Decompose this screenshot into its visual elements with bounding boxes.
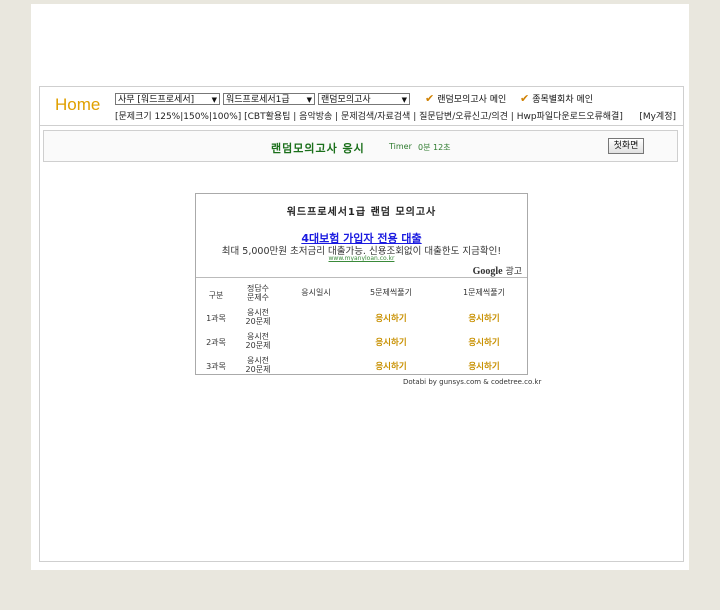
col-header-one: 1문제씩풀기 xyxy=(463,288,505,297)
timer-value: 0분 12초 xyxy=(418,143,451,152)
row-1-one-button[interactable]: 응시하기 xyxy=(439,312,529,324)
random-exam-main-link[interactable]: ✔ 랜덤모의고사 메인 xyxy=(425,92,506,105)
row-1-subject: 1과목 xyxy=(206,314,226,323)
mode-select[interactable]: 랜덤모의고사 ▼ xyxy=(318,93,410,105)
home-link[interactable]: Home xyxy=(55,95,100,115)
page: Home 사무 [워드프로세서] ▼ 워드프로세서1급 ▼ 랜덤모의고사 ▼ ✔… xyxy=(31,4,689,570)
col-header-correct: 정답수 xyxy=(246,284,270,293)
row-1-count: 20문제 xyxy=(245,317,271,326)
col-header-category: 구분 xyxy=(208,291,224,300)
first-screen-button[interactable]: 첫화면 xyxy=(608,138,644,154)
row-3-count: 20문제 xyxy=(245,365,271,374)
round-exam-main-link[interactable]: ✔ 종목별회차 메인 xyxy=(520,92,593,105)
category-select-value: 사무 [워드프로세서] xyxy=(118,95,195,105)
row-2-status: 응시전 xyxy=(246,332,270,341)
row-3-status: 응시전 xyxy=(246,356,270,365)
checkmark-icon: ✔ xyxy=(520,92,530,105)
row-3-subject: 3과목 xyxy=(206,362,226,371)
chevron-down-icon: ▼ xyxy=(401,96,407,104)
col-header-date: 응시일시 xyxy=(301,288,331,297)
row-1-status: 응시전 xyxy=(246,308,270,317)
divider xyxy=(196,277,527,278)
random-exam-main-label: 랜덤모의고사 메인 xyxy=(437,95,507,105)
row-2-subject: 2과목 xyxy=(206,338,226,347)
chevron-down-icon: ▼ xyxy=(211,96,217,104)
category-select[interactable]: 사무 [워드프로세서] ▼ xyxy=(115,93,220,105)
mode-select-value: 랜덤모의고사 xyxy=(321,95,371,105)
col-header-questions: 문제수 xyxy=(246,293,270,302)
row-2-one-button[interactable]: 응시하기 xyxy=(439,336,529,348)
row-3-five-button[interactable]: 응시하기 xyxy=(351,360,431,372)
row-2-count: 20문제 xyxy=(245,341,271,350)
header: Home 사무 [워드프로세서] ▼ 워드프로세서1급 ▼ 랜덤모의고사 ▼ ✔… xyxy=(40,87,683,126)
ad-label: 광고 xyxy=(505,267,522,277)
nav-links[interactable]: [문제크기 125%|150%|100%] [CBT활용팁 | 음악방송 | 문… xyxy=(115,109,623,122)
exam-bar: 랜덤모의고사 응시 Timer 0분 12초 첫화면 xyxy=(43,130,678,162)
exam-title: 랜덤모의고사 응시 xyxy=(271,142,365,155)
credit-text: Dotabi by gunsys.com & codetree.co.kr xyxy=(403,378,542,386)
google-ad-label: Google 광고 xyxy=(473,264,522,277)
exam-box: 워드프로세서1급 랜덤 모의고사 4대보험 가입자 전용 대출 최대 5,000… xyxy=(195,193,528,375)
exam-select-value: 워드프로세서1급 xyxy=(226,95,290,105)
main-frame: Home 사무 [워드프로세서] ▼ 워드프로세서1급 ▼ 랜덤모의고사 ▼ ✔… xyxy=(39,86,684,562)
round-exam-main-label: 종목별회차 메인 xyxy=(532,95,594,105)
my-account-link[interactable]: [My계정] xyxy=(639,109,676,122)
chevron-down-icon: ▼ xyxy=(306,96,312,104)
row-1-five-button[interactable]: 응시하기 xyxy=(351,312,431,324)
col-header-five: 5문제씩풀기 xyxy=(370,288,412,297)
ad-url-link[interactable]: www.myanyloan.co.kr xyxy=(196,255,527,262)
checkmark-icon: ✔ xyxy=(425,92,435,105)
row-3-one-button[interactable]: 응시하기 xyxy=(439,360,529,372)
exam-select[interactable]: 워드프로세서1급 ▼ xyxy=(223,93,315,105)
row-2-five-button[interactable]: 응시하기 xyxy=(351,336,431,348)
exam-box-title: 워드프로세서1급 랜덤 모의고사 xyxy=(286,207,437,218)
timer-label: Timer xyxy=(389,142,412,151)
google-logo: Google xyxy=(472,266,503,277)
